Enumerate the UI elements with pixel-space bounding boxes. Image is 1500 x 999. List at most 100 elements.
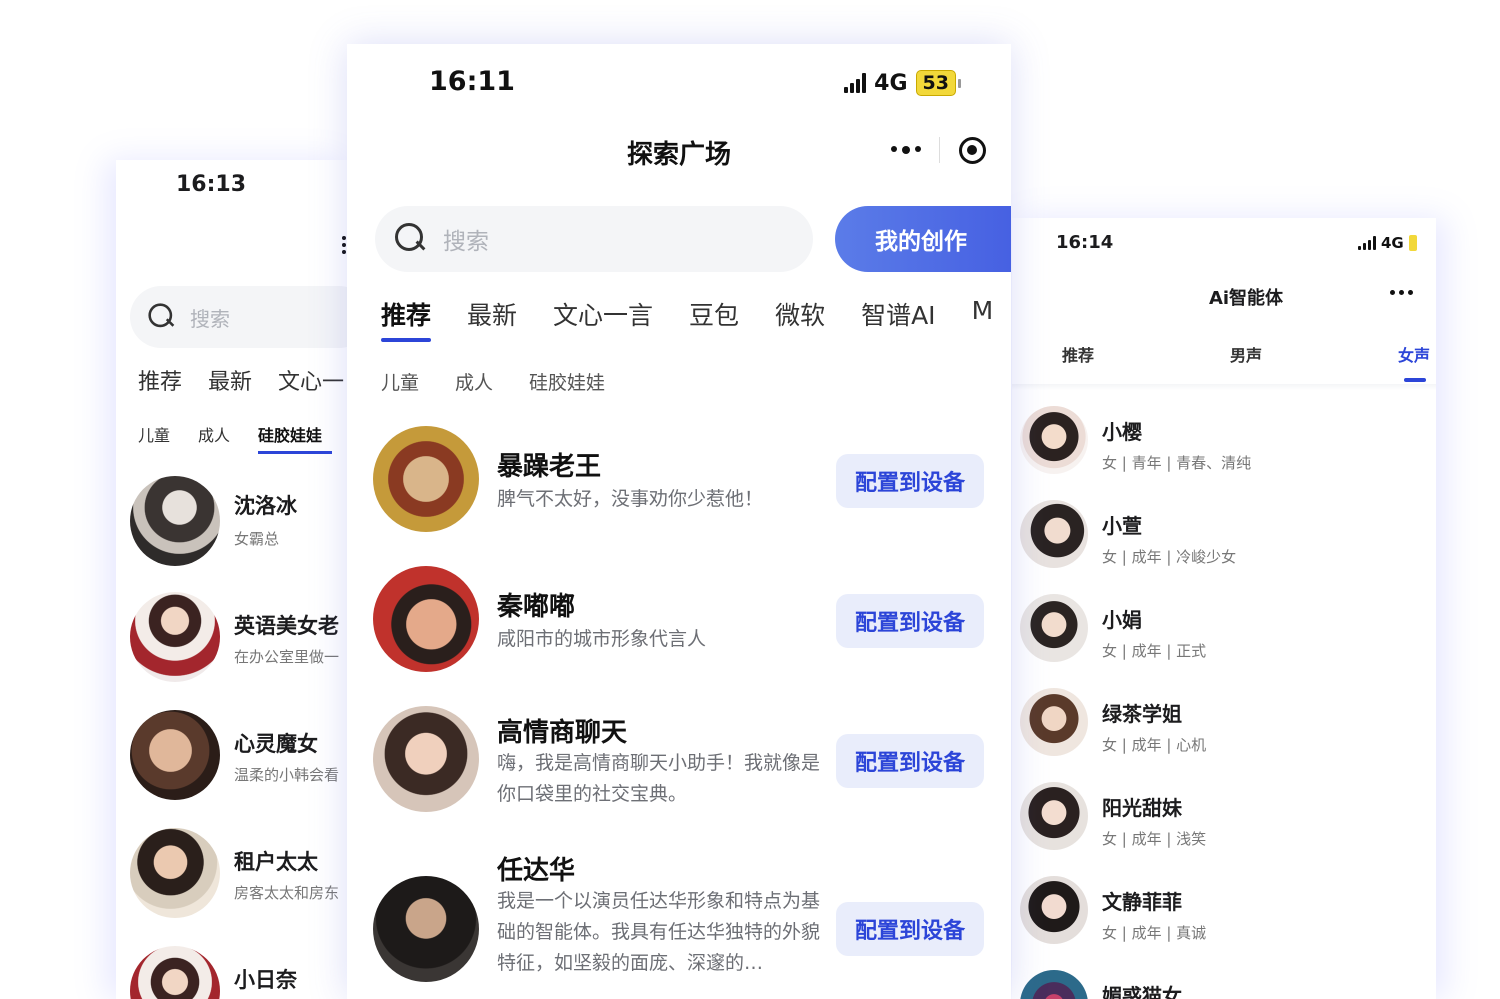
category-tabs: 推荐 最新 文心一 — [138, 364, 350, 396]
search-input[interactable]: 搜索 — [130, 286, 350, 348]
list-item[interactable]: 暴躁老王 脾气不太好，没事劝你少惹他！ 配置到设备 — [347, 426, 1011, 536]
avatar — [130, 710, 220, 800]
configure-device-button[interactable]: 配置到设备 — [836, 734, 984, 788]
list-item[interactable]: 英语美女老 在办公室里做一 — [130, 592, 350, 682]
search-icon — [395, 223, 427, 255]
tab-wenxin[interactable]: 文心一 — [278, 364, 344, 396]
list-item[interactable]: 小樱 女 | 青年 | 青春、清纯 — [1020, 406, 1430, 476]
status-bar-icons: 4G — [1358, 234, 1417, 252]
status-time: 16:14 — [1056, 232, 1114, 253]
item-desc: 女 | 成年 | 心机 — [1102, 736, 1207, 754]
list-item[interactable]: 小娟 女 | 成年 | 正式 — [1020, 594, 1430, 664]
item-name: 文静菲菲 — [1102, 890, 1182, 914]
item-name: 秦嘟嘟 — [497, 592, 576, 622]
avatar — [1020, 500, 1088, 568]
search-input[interactable]: 搜索 — [375, 206, 813, 272]
status-time: 16:13 — [176, 172, 247, 197]
tab-zhipu[interactable]: 智谱AI — [861, 296, 935, 332]
subcategory-tabs: 儿童 成人 硅胶娃娃 — [381, 368, 641, 395]
item-desc: 脾气不太好，没事劝你少惹他！ — [497, 488, 764, 510]
avatar — [130, 828, 220, 918]
item-name: 任达华 — [497, 856, 576, 886]
list-item[interactable]: 阳光甜妹 女 | 成年 | 浅笑 — [1020, 782, 1430, 852]
list-item[interactable]: 高情商聊天 嗨，我是高情商聊天小助手！我就像是你口袋里的社交宝典。 配置到设备 — [347, 706, 1011, 816]
more-icon[interactable] — [1390, 290, 1413, 295]
search-placeholder: 搜索 — [190, 306, 230, 331]
item-name: 英语美女老 — [234, 614, 339, 638]
configure-device-button[interactable]: 配置到设备 — [836, 594, 984, 648]
list-item[interactable]: 媚惑猫女 — [1020, 970, 1430, 999]
list-item[interactable]: 绿茶学姐 女 | 成年 | 心机 — [1020, 688, 1430, 758]
avatar — [130, 592, 220, 682]
item-name: 小娟 — [1102, 608, 1142, 632]
avatar — [373, 876, 479, 982]
item-desc: 女霸总 — [234, 530, 280, 548]
avatar — [1020, 594, 1088, 662]
item-name: 阳光甜妹 — [1102, 796, 1182, 820]
status-time: 16:11 — [429, 66, 515, 97]
subtab-children[interactable]: 儿童 — [381, 368, 419, 395]
item-name: 绿茶学姐 — [1102, 702, 1182, 726]
item-desc: 嗨，我是高情商聊天小助手！我就像是你口袋里的社交宝典。 — [497, 752, 821, 805]
item-desc: 在办公室里做一 — [234, 648, 340, 666]
item-name: 沈洛冰 — [234, 494, 297, 518]
tab-latest[interactable]: 最新 — [467, 296, 517, 332]
page-title: Ai智能体 — [1208, 288, 1284, 309]
tab-wenxin[interactable]: 文心一言 — [553, 296, 653, 332]
tab-doubao[interactable]: 豆包 — [689, 296, 739, 332]
mini-program-capsule — [873, 128, 1005, 172]
avatar — [1020, 406, 1088, 474]
my-creations-button[interactable]: 我的创作 — [835, 206, 1011, 272]
battery-icon — [958, 78, 961, 88]
item-name: 小樱 — [1102, 420, 1142, 444]
list-item[interactable]: 文静菲菲 女 | 成年 | 真诚 — [1020, 876, 1430, 946]
item-desc: 女 | 青年 | 青春、清纯 — [1102, 454, 1252, 472]
item-desc: 咸阳市的城市形象代言人 — [497, 628, 707, 650]
subtab-silicone-doll[interactable]: 硅胶娃娃 — [258, 422, 333, 454]
item-name: 暴躁老王 — [497, 452, 602, 482]
configure-device-button[interactable]: 配置到设备 — [836, 454, 984, 508]
subtab-adult[interactable]: 成人 — [455, 368, 493, 395]
list-item[interactable]: 租户太太 房客太太和房东 — [130, 828, 350, 918]
signal-icon — [1358, 236, 1376, 250]
more-icon[interactable] — [342, 236, 346, 254]
network-type: 4G — [1381, 234, 1404, 252]
search-placeholder: 搜索 — [443, 229, 489, 255]
close-target-icon[interactable] — [940, 136, 1006, 164]
network-type: 4G — [874, 70, 908, 96]
tab-recommend[interactable]: 推荐 — [1062, 342, 1094, 366]
tab-microsoft[interactable]: 微软 — [775, 296, 825, 332]
active-tab-indicator — [1404, 378, 1426, 382]
right-phone-screen: 16:14 4G Ai智能体 推荐 男声 女声 小樱 女 | 青年 | 青春、清… — [1012, 218, 1436, 999]
list-item[interactable]: 沈洛冰 女霸总 — [130, 476, 350, 566]
subtab-children[interactable]: 儿童 — [138, 422, 170, 446]
list-item[interactable]: 秦嘟嘟 咸阳市的城市形象代言人 配置到设备 — [347, 566, 1011, 676]
avatar — [130, 946, 220, 999]
divider — [1012, 384, 1436, 390]
tab-male-voice[interactable]: 男声 — [1230, 342, 1262, 366]
subtab-silicone-doll[interactable]: 硅胶娃娃 — [529, 368, 605, 395]
tab-more[interactable]: M — [972, 296, 994, 332]
item-name: 租户太太 — [234, 850, 318, 874]
list-item[interactable]: 心灵魔女 温柔的小韩会看 — [130, 710, 350, 800]
avatar — [1020, 876, 1088, 944]
item-desc: 女 | 成年 | 正式 — [1102, 642, 1207, 660]
avatar — [373, 426, 479, 532]
tab-recommend[interactable]: 推荐 — [381, 296, 432, 342]
list-item[interactable]: 小日奈 — [130, 946, 350, 999]
subtab-adult[interactable]: 成人 — [198, 422, 230, 446]
tab-latest[interactable]: 最新 — [208, 364, 252, 396]
list-item[interactable]: 小萱 女 | 成年 | 冷峻少女 — [1020, 500, 1430, 570]
subcategory-tabs: 儿童 成人 硅胶娃娃 — [138, 422, 350, 454]
item-name: 媚惑猫女 — [1102, 984, 1182, 999]
avatar — [373, 706, 479, 812]
item-name: 小日奈 — [234, 968, 297, 992]
more-icon[interactable] — [873, 146, 939, 154]
configure-device-button[interactable]: 配置到设备 — [836, 902, 984, 956]
list-item[interactable]: 任达华 我是一个以演员任达华形象和特点为基础的智能体。我具有任达华独特的外貌特征… — [347, 856, 1011, 999]
avatar — [1020, 688, 1088, 756]
tab-recommend[interactable]: 推荐 — [138, 364, 182, 396]
status-bar-icons: 4G 53 — [844, 70, 961, 96]
search-icon — [148, 303, 175, 330]
tab-female-voice[interactable]: 女声 — [1398, 342, 1430, 366]
